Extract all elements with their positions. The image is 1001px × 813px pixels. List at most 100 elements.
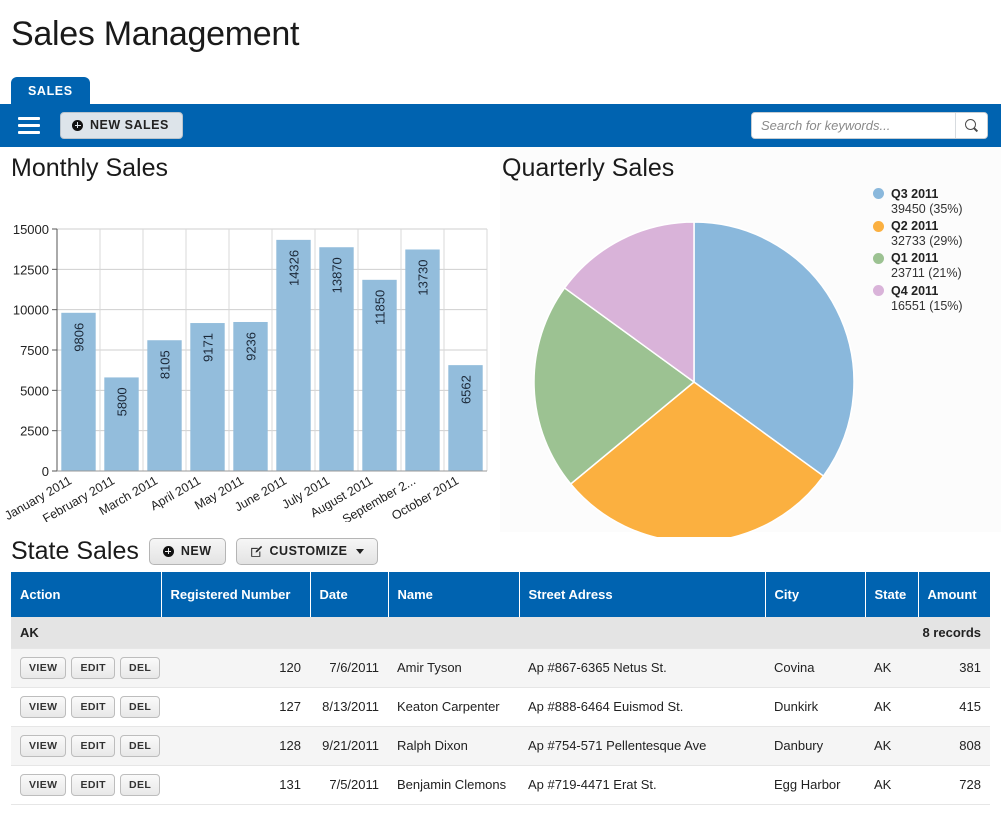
legend-label: Q4 2011 <box>891 284 938 298</box>
cell-registered-number: 128 <box>161 726 310 765</box>
view-button[interactable]: VIEW <box>20 657 66 679</box>
svg-text:9236: 9236 <box>244 332 259 361</box>
state-sales-title: State Sales <box>11 539 139 564</box>
cell-city: Covina <box>765 648 865 687</box>
svg-text:8105: 8105 <box>158 351 173 380</box>
edit-button[interactable]: EDIT <box>71 735 115 757</box>
del-button[interactable]: DEL <box>120 774 160 796</box>
legend-color-dot <box>873 253 884 264</box>
col-city[interactable]: City <box>765 572 865 617</box>
table-row[interactable]: VIEWEDITDEL1289/21/2011Ralph DixonAp #75… <box>11 726 990 765</box>
col-date[interactable]: Date <box>310 572 388 617</box>
new-sales-button[interactable]: NEW SALES <box>60 112 183 139</box>
row-actions: VIEWEDITDEL <box>11 765 161 804</box>
new-sales-label: NEW SALES <box>90 119 169 132</box>
customize-button[interactable]: CUSTOMIZE <box>236 538 379 565</box>
legend-item[interactable]: Q3 201139450 (35%) <box>873 187 998 217</box>
legend-item[interactable]: Q4 201116551 (15%) <box>873 284 998 314</box>
legend-label: Q3 2011 <box>891 187 938 201</box>
cell-street-adress: Ap #754-571 Pellentesque Ave <box>519 726 765 765</box>
svg-text:10000: 10000 <box>13 303 49 318</box>
cell-date: 7/5/2011 <box>310 765 388 804</box>
chevron-down-icon <box>356 549 364 554</box>
table-row[interactable]: VIEWEDITDEL1317/5/2011Benjamin ClemonsAp… <box>11 765 990 804</box>
cell-amount: 381 <box>918 648 990 687</box>
monthly-sales-chart: Monthly Sales 02500500075001000012500150… <box>0 147 500 532</box>
col-amount[interactable]: Amount <box>918 572 990 617</box>
cell-name: Ralph Dixon <box>388 726 519 765</box>
edit-button[interactable]: EDIT <box>71 657 115 679</box>
quarterly-sales-title: Quarterly Sales <box>502 155 1001 183</box>
cell-registered-number: 127 <box>161 687 310 726</box>
col-name[interactable]: Name <box>388 572 519 617</box>
svg-text:0: 0 <box>42 464 49 479</box>
svg-text:5000: 5000 <box>20 384 49 399</box>
customize-label: CUSTOMIZE <box>270 545 348 558</box>
page-title: Sales Management <box>11 14 1001 55</box>
cell-registered-number: 131 <box>161 765 310 804</box>
cell-street-adress: Ap #888-6464 Euismod St. <box>519 687 765 726</box>
group-record-count: 8 records <box>519 617 990 649</box>
table-header-row: Action Registered Number Date Name Stree… <box>11 572 990 617</box>
new-record-button[interactable]: NEW <box>149 538 226 565</box>
svg-text:6562: 6562 <box>459 375 474 404</box>
view-button[interactable]: VIEW <box>20 735 66 757</box>
search-button[interactable] <box>955 113 987 138</box>
row-actions: VIEWEDITDEL <box>11 687 161 726</box>
legend-item[interactable]: Q1 201123711 (21%) <box>873 251 998 281</box>
del-button[interactable]: DEL <box>120 696 160 718</box>
col-street-adress[interactable]: Street Adress <box>519 572 765 617</box>
cell-city: Egg Harbor <box>765 765 865 804</box>
svg-text:15000: 15000 <box>13 222 49 237</box>
col-registered-number[interactable]: Registered Number <box>161 572 310 617</box>
row-actions: VIEWEDITDEL <box>11 726 161 765</box>
cell-city: Dunkirk <box>765 687 865 726</box>
cell-registered-number: 120 <box>161 648 310 687</box>
plus-circle-icon <box>72 120 83 131</box>
cell-name: Benjamin Clemons <box>388 765 519 804</box>
group-label: AK <box>11 617 519 649</box>
legend-color-dot <box>873 188 884 199</box>
cell-date: 9/21/2011 <box>310 726 388 765</box>
search-input[interactable] <box>752 113 955 138</box>
legend-value: 16551 (15%) <box>891 298 998 314</box>
cell-date: 8/13/2011 <box>310 687 388 726</box>
cell-name: Amir Tyson <box>388 648 519 687</box>
cell-city: Danbury <box>765 726 865 765</box>
cell-state: AK <box>865 726 918 765</box>
monthly-sales-plot: 02500500075001000012500150009806January … <box>0 182 500 522</box>
legend-value: 23711 (21%) <box>891 265 998 281</box>
svg-text:9171: 9171 <box>201 333 216 362</box>
del-button[interactable]: DEL <box>120 657 160 679</box>
group-row: AK 8 records <box>11 617 990 649</box>
pencil-square-icon <box>250 545 263 558</box>
tab-sales[interactable]: SALES <box>11 77 90 104</box>
svg-text:12500: 12500 <box>13 263 49 278</box>
svg-text:5800: 5800 <box>115 388 130 417</box>
table-row[interactable]: VIEWEDITDEL1207/6/2011Amir TysonAp #867-… <box>11 648 990 687</box>
cell-amount: 808 <box>918 726 990 765</box>
cell-street-adress: Ap #719-4471 Erat St. <box>519 765 765 804</box>
edit-button[interactable]: EDIT <box>71 774 115 796</box>
legend-value: 32733 (29%) <box>891 233 998 249</box>
col-state[interactable]: State <box>865 572 918 617</box>
quarterly-sales-legend: Q3 201139450 (35%)Q2 201132733 (29%)Q1 2… <box>873 187 998 316</box>
legend-label: Q2 2011 <box>891 219 938 233</box>
del-button[interactable]: DEL <box>120 735 160 757</box>
table-row[interactable]: VIEWEDITDEL1278/13/2011Keaton CarpenterA… <box>11 687 990 726</box>
row-actions: VIEWEDITDEL <box>11 648 161 687</box>
view-button[interactable]: VIEW <box>20 774 66 796</box>
state-sales-header: State Sales NEW CUSTOMIZE <box>11 538 1001 565</box>
toolbar: NEW SALES <box>0 104 1001 147</box>
new-record-label: NEW <box>181 545 212 558</box>
view-button[interactable]: VIEW <box>20 696 66 718</box>
legend-color-dot <box>873 285 884 296</box>
edit-button[interactable]: EDIT <box>71 696 115 718</box>
svg-text:14326: 14326 <box>287 250 302 286</box>
legend-item[interactable]: Q2 201132733 (29%) <box>873 219 998 249</box>
hamburger-icon[interactable] <box>18 117 40 134</box>
cell-amount: 415 <box>918 687 990 726</box>
col-action[interactable]: Action <box>11 572 161 617</box>
svg-text:11850: 11850 <box>373 290 388 325</box>
search-box <box>751 112 988 139</box>
